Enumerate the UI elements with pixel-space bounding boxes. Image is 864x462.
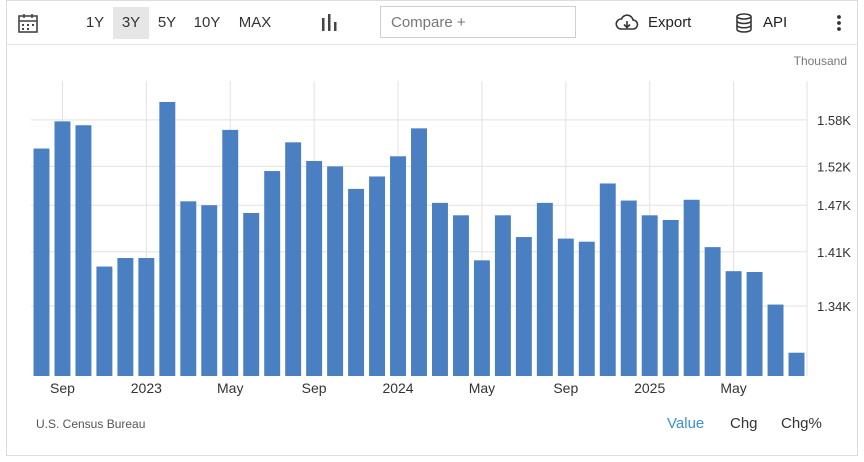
- x-tick-label: Sep: [553, 380, 578, 396]
- bar[interactable]: [33, 148, 50, 376]
- x-tick-label: May: [720, 380, 746, 396]
- x-tick-label: 2023: [131, 380, 162, 396]
- bar[interactable]: [159, 101, 176, 377]
- y-tick-label: 1.52K: [817, 159, 851, 174]
- source-label: U.S. Census Bureau: [36, 417, 146, 431]
- bar[interactable]: [411, 128, 427, 376]
- y-tick-label: 1.41K: [817, 245, 851, 260]
- x-tick-label: 2024: [382, 380, 413, 396]
- view-tab-chg[interactable]: Chg: [730, 415, 758, 432]
- y-tick-label: 1.58K: [817, 113, 851, 128]
- bar[interactable]: [327, 166, 344, 376]
- bar[interactable]: [641, 215, 658, 376]
- bar[interactable]: [75, 125, 92, 376]
- x-tick-label: Sep: [50, 380, 75, 396]
- bar[interactable]: [432, 202, 448, 376]
- bar[interactable]: [515, 237, 532, 376]
- bar[interactable]: [494, 215, 511, 376]
- bar[interactable]: [746, 271, 763, 376]
- bar[interactable]: [620, 200, 637, 376]
- y-tick-label: 1.34K: [817, 299, 851, 314]
- bar[interactable]: [243, 212, 260, 376]
- bar[interactable]: [264, 171, 281, 376]
- bar[interactable]: [557, 238, 574, 376]
- view-tab-chg-pct[interactable]: Chg%: [781, 415, 822, 432]
- bar[interactable]: [473, 260, 490, 376]
- chart-widget: 1Y 3Y 5Y 10Y MAX Export AP: [6, 0, 858, 456]
- bar[interactable]: [683, 199, 700, 376]
- bar[interactable]: [285, 142, 302, 376]
- x-tick-label: 2025: [634, 380, 665, 396]
- bar-chart: 1.34K 1.41K 1.47K 1.52K 1.58K Sep 2023 May Sep 20…: [31, 81, 851, 396]
- bar[interactable]: [578, 241, 595, 376]
- bar[interactable]: [138, 258, 155, 376]
- view-tab-value[interactable]: Value: [667, 415, 704, 432]
- bar[interactable]: [767, 304, 784, 376]
- x-tick-label: Sep: [302, 380, 327, 396]
- bar[interactable]: [306, 160, 323, 376]
- bar[interactable]: [222, 129, 239, 376]
- bar[interactable]: [117, 258, 134, 376]
- bar[interactable]: [390, 156, 406, 376]
- bar[interactable]: [725, 271, 742, 376]
- bar[interactable]: [452, 215, 469, 376]
- x-tick-label: May: [217, 380, 243, 396]
- x-tick-label: May: [469, 380, 495, 396]
- bar[interactable]: [201, 205, 218, 376]
- bar[interactable]: [54, 121, 71, 376]
- bar[interactable]: [536, 202, 553, 376]
- bar[interactable]: [369, 176, 386, 376]
- bar[interactable]: [788, 352, 805, 376]
- y-tick-label: 1.47K: [817, 198, 851, 213]
- bar[interactable]: [348, 188, 365, 376]
- bar[interactable]: [599, 183, 616, 376]
- bar[interactable]: [662, 219, 679, 376]
- bar[interactable]: [180, 201, 197, 376]
- bar[interactable]: [96, 266, 113, 376]
- bar[interactable]: [704, 247, 721, 376]
